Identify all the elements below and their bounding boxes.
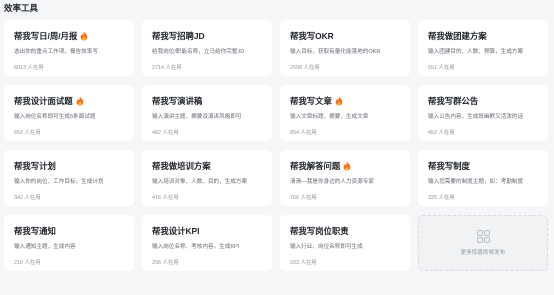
card-title: 帮我设计面试题 [14, 96, 73, 106]
tool-card[interactable]: 帮我做培训方案 输入培训对象、人数、目的，生成方案 416 人在用 [142, 150, 272, 206]
card-description: 输入目标，获取有量化能落地的OKR [290, 49, 381, 55]
card-title: 帮我设计KPI [152, 226, 200, 236]
card-title: 帮我写OKR [290, 31, 334, 41]
card-user-count: 325 人在用 [428, 195, 455, 201]
card-description: 输入岗位名称即可生成5条面试题 [14, 114, 96, 120]
card-title: 帮我写日/周/月报 [14, 31, 78, 41]
card-user-count: 210 人在用 [14, 260, 41, 266]
card-title: 帮我写群公告 [428, 96, 479, 106]
tool-card[interactable]: 帮我解答问题 清清—我是你身边的人力资源专家 766 人在用 [280, 150, 410, 206]
fire-icon [76, 96, 83, 106]
tool-card[interactable]: 帮我写文章 输入文章标题、摘要，生成文章 854 人在用 [280, 85, 410, 141]
card-title: 帮我写计划 [14, 161, 56, 171]
tool-card[interactable]: 帮我设计面试题 输入岗位名称即可生成5条面试题 652 人在用 [4, 85, 134, 141]
card-title: 帮我写招聘JD [152, 31, 205, 41]
tool-card[interactable]: 帮我写通知 输入通知主题，生成内容 210 人在用 [4, 215, 134, 271]
card-description: 输入岗位名称、考核内容，生成KPI [152, 244, 240, 250]
card-description: 选出你的重点工作项，报告效率写 [14, 49, 98, 55]
tool-card[interactable]: 帮我写计划 输入你的岗位、工作目标，生成计划 342 人在用 [4, 150, 134, 206]
tool-card[interactable]: 帮我设计KPI 输入岗位名称、考核内容，生成KPI 206 人在用 [142, 215, 272, 271]
card-user-count: 342 人在用 [14, 195, 41, 201]
card-description: 清清—我是你身边的人力资源专家 [290, 179, 374, 185]
tool-card[interactable]: 帮我写制度 输入您需要的制度主题，如：考勤制度 325 人在用 [418, 150, 548, 206]
fire-icon [343, 161, 351, 171]
card-user-count: 6013 人在用 [14, 65, 44, 71]
card-title: 帮我做团建方案 [428, 31, 487, 41]
card-description: 输入通知主题，生成内容 [14, 244, 76, 250]
card-description: 输入团建目的、人数、预算，生成方案 [428, 49, 524, 55]
card-user-count: 551 人在用 [428, 65, 455, 71]
card-description: 输入文章标题、摘要，生成文章 [290, 114, 369, 120]
coming-soon-card: 更多惊喜即将发布 [418, 215, 548, 271]
card-user-count: 416 人在用 [152, 195, 179, 201]
card-title: 帮我解答问题 [290, 161, 341, 171]
grid-icon [476, 230, 490, 243]
card-title: 帮我写文章 [290, 96, 332, 106]
tool-card[interactable]: 帮我做团建方案 输入团建目的、人数、预算，生成方案 551 人在用 [418, 20, 548, 76]
tool-card[interactable]: 帮我写招聘JD 给我岗位/职能名称，立马给你完整JD 2714 人在用 [142, 20, 272, 76]
card-user-count: 482 人在用 [152, 130, 179, 136]
tool-card[interactable]: 帮我写日/周/月报 选出你的重点工作项，报告效率写 6013 人在用 [4, 20, 134, 76]
card-title: 帮我写制度 [428, 161, 470, 171]
card-user-count: 2508 人在用 [290, 65, 320, 71]
card-user-count: 652 人在用 [14, 130, 41, 136]
section-title: 效率工具 [4, 3, 39, 13]
tool-grid: 帮我写日/周/月报 选出你的重点工作项，报告效率写 6013 人在用 帮我写招聘… [4, 20, 549, 271]
card-description: 输入行业、岗位名称即可生成 [290, 244, 363, 250]
fire-icon [335, 96, 343, 106]
card-description: 输入演讲主题、摘要及演讲风格即可 [152, 114, 242, 120]
card-description: 输入你的岗位、工作目标，生成计划 [14, 179, 104, 185]
card-title: 帮我写演讲稿 [152, 96, 203, 106]
card-user-count: 206 人在用 [152, 260, 179, 266]
card-description: 输入您需要的制度主题，如：考勤制度 [428, 179, 524, 185]
tool-card[interactable]: 帮我写OKR 输入目标，获取有量化能落地的OKR 2508 人在用 [280, 20, 410, 76]
card-description: 输入公告内容，生成既幽默又活泼的话 [428, 114, 524, 120]
card-user-count: 452 人在用 [428, 130, 455, 136]
card-description: 输入培训对象、人数、目的，生成方案 [152, 179, 248, 185]
card-title: 帮我写通知 [14, 226, 56, 236]
fire-icon [80, 31, 88, 41]
card-user-count: 766 人在用 [290, 195, 317, 201]
card-title: 帮我做培训方案 [152, 161, 211, 171]
tool-card[interactable]: 帮我写群公告 输入公告内容，生成既幽默又活泼的话 452 人在用 [418, 85, 548, 141]
tool-card[interactable]: 帮我写岗位职责 输入行业、岗位名称即可生成 203 人在用 [280, 215, 410, 271]
card-user-count: 854 人在用 [290, 130, 317, 136]
coming-soon-text: 更多惊喜即将发布 [460, 250, 506, 256]
card-description: 给我岗位/职能名称，立马给你完整JD [152, 49, 245, 55]
tool-card[interactable]: 帮我写演讲稿 输入演讲主题、摘要及演讲风格即可 482 人在用 [142, 85, 272, 141]
card-title: 帮我写岗位职责 [290, 226, 349, 236]
card-user-count: 2714 人在用 [152, 65, 182, 71]
card-user-count: 203 人在用 [290, 260, 317, 266]
